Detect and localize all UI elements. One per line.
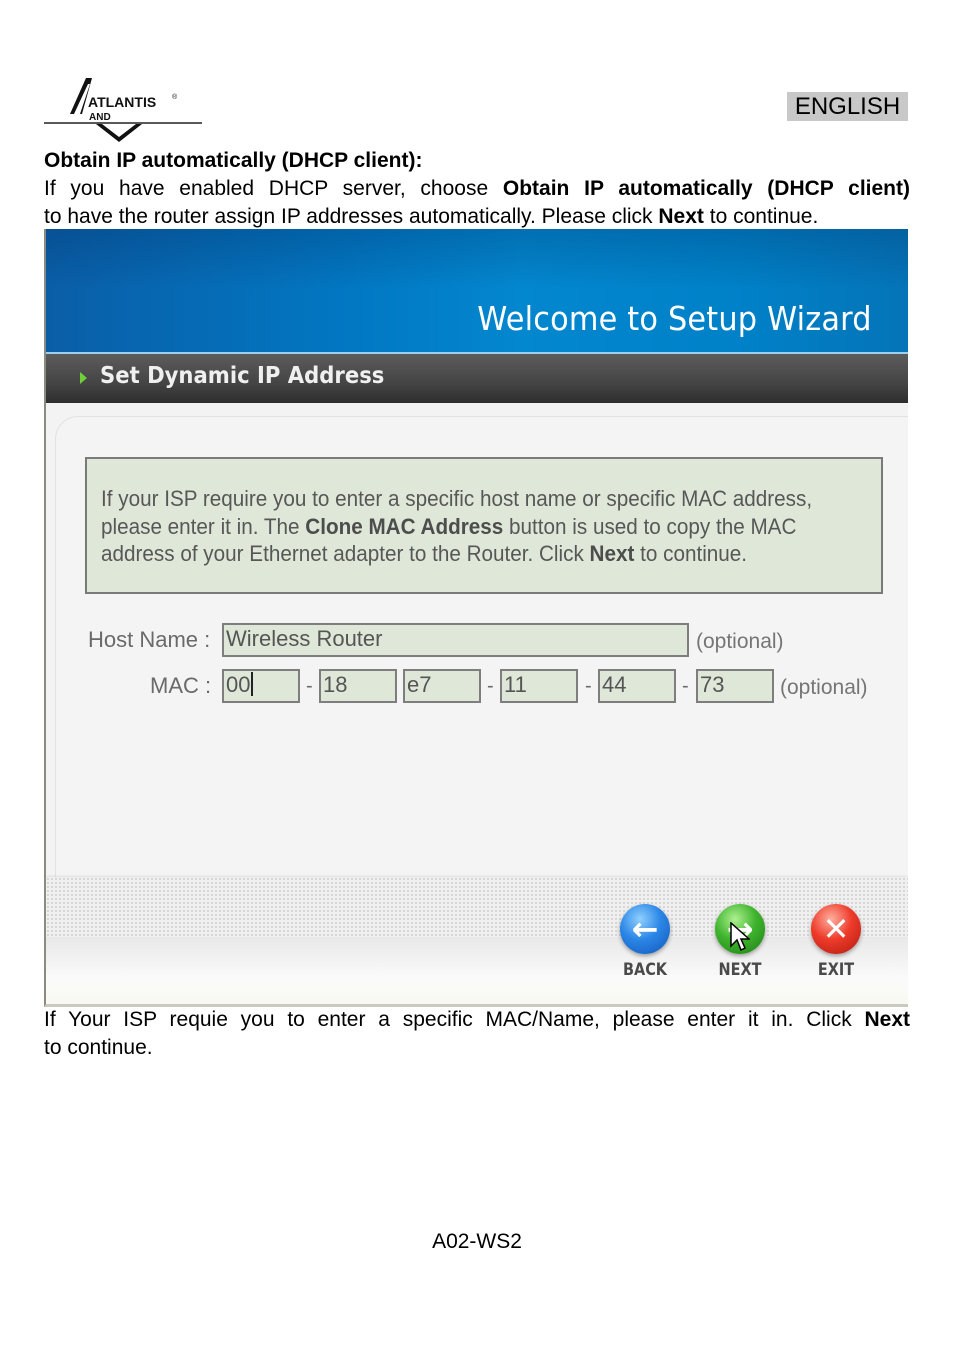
exit-label: EXIT xyxy=(817,960,855,980)
mac-octet-5-input[interactable]: 44 xyxy=(598,669,676,703)
info-box: If your ISP require you to enter a speci… xyxy=(85,457,883,594)
mac-separator: - xyxy=(487,675,494,697)
section-title: Set Dynamic IP Address xyxy=(100,363,385,389)
mouse-pointer-icon xyxy=(730,921,751,959)
svg-text:®: ® xyxy=(172,93,178,101)
setup-wizard-screenshot: Welcome to Setup Wizard Set Dynamic IP A… xyxy=(44,229,908,1007)
mac-label: MAC : xyxy=(150,673,212,698)
closing-paragraph: If Your ISP requie you to enter a specif… xyxy=(44,1008,910,1059)
mac-octet-4-input[interactable]: 11 xyxy=(500,669,578,703)
page-footer-model: A02-WS2 xyxy=(432,1230,522,1253)
wizard-banner-title: Welcome to Setup Wizard xyxy=(477,299,872,338)
back-label: BACK xyxy=(622,960,667,980)
info-text: If your ISP require you to enter a speci… xyxy=(101,486,813,566)
mac-octet-1-input[interactable]: 00 xyxy=(222,669,300,703)
text-cursor xyxy=(251,672,254,696)
mac-octet-2-input[interactable]: 18 xyxy=(319,669,397,703)
host-name-input[interactable]: Wireless Router xyxy=(222,623,689,657)
atlantis-land-logo: ATLANTIS ® AND xyxy=(44,74,202,146)
close-icon: ✕ xyxy=(811,904,861,954)
toolbar-shadow-area xyxy=(46,937,908,1004)
language-badge: ENGLISH xyxy=(787,92,908,121)
mac-separator: - xyxy=(585,675,592,697)
arrow-left-icon: ← xyxy=(620,904,670,954)
wizard-toolbar xyxy=(46,877,908,937)
mac-octet-3-input[interactable]: e7 xyxy=(403,669,481,703)
svg-text:ATLANTIS: ATLANTIS xyxy=(88,94,156,110)
section-bar: Set Dynamic IP Address xyxy=(46,354,908,403)
mac-optional-hint: (optional) xyxy=(780,676,868,699)
triangle-right-icon xyxy=(80,372,87,384)
exit-button[interactable]: ✕ EXIT xyxy=(809,904,863,984)
svg-text:AND: AND xyxy=(89,112,111,123)
mac-octet-6-input[interactable]: 73 xyxy=(696,669,774,703)
mac-separator: - xyxy=(682,675,689,697)
section-heading: Obtain IP automatically (DHCP client): xyxy=(44,149,423,172)
next-label: NEXT xyxy=(718,960,762,980)
intro-paragraph: If you have enabled DHCP server, choose … xyxy=(44,177,911,228)
mac-separator: - xyxy=(306,675,313,697)
back-button[interactable]: ← BACK xyxy=(618,904,672,984)
host-name-optional-hint: (optional) xyxy=(696,630,784,653)
wizard-banner: Welcome to Setup Wizard xyxy=(46,229,908,354)
host-name-label: Host Name : xyxy=(88,627,211,652)
